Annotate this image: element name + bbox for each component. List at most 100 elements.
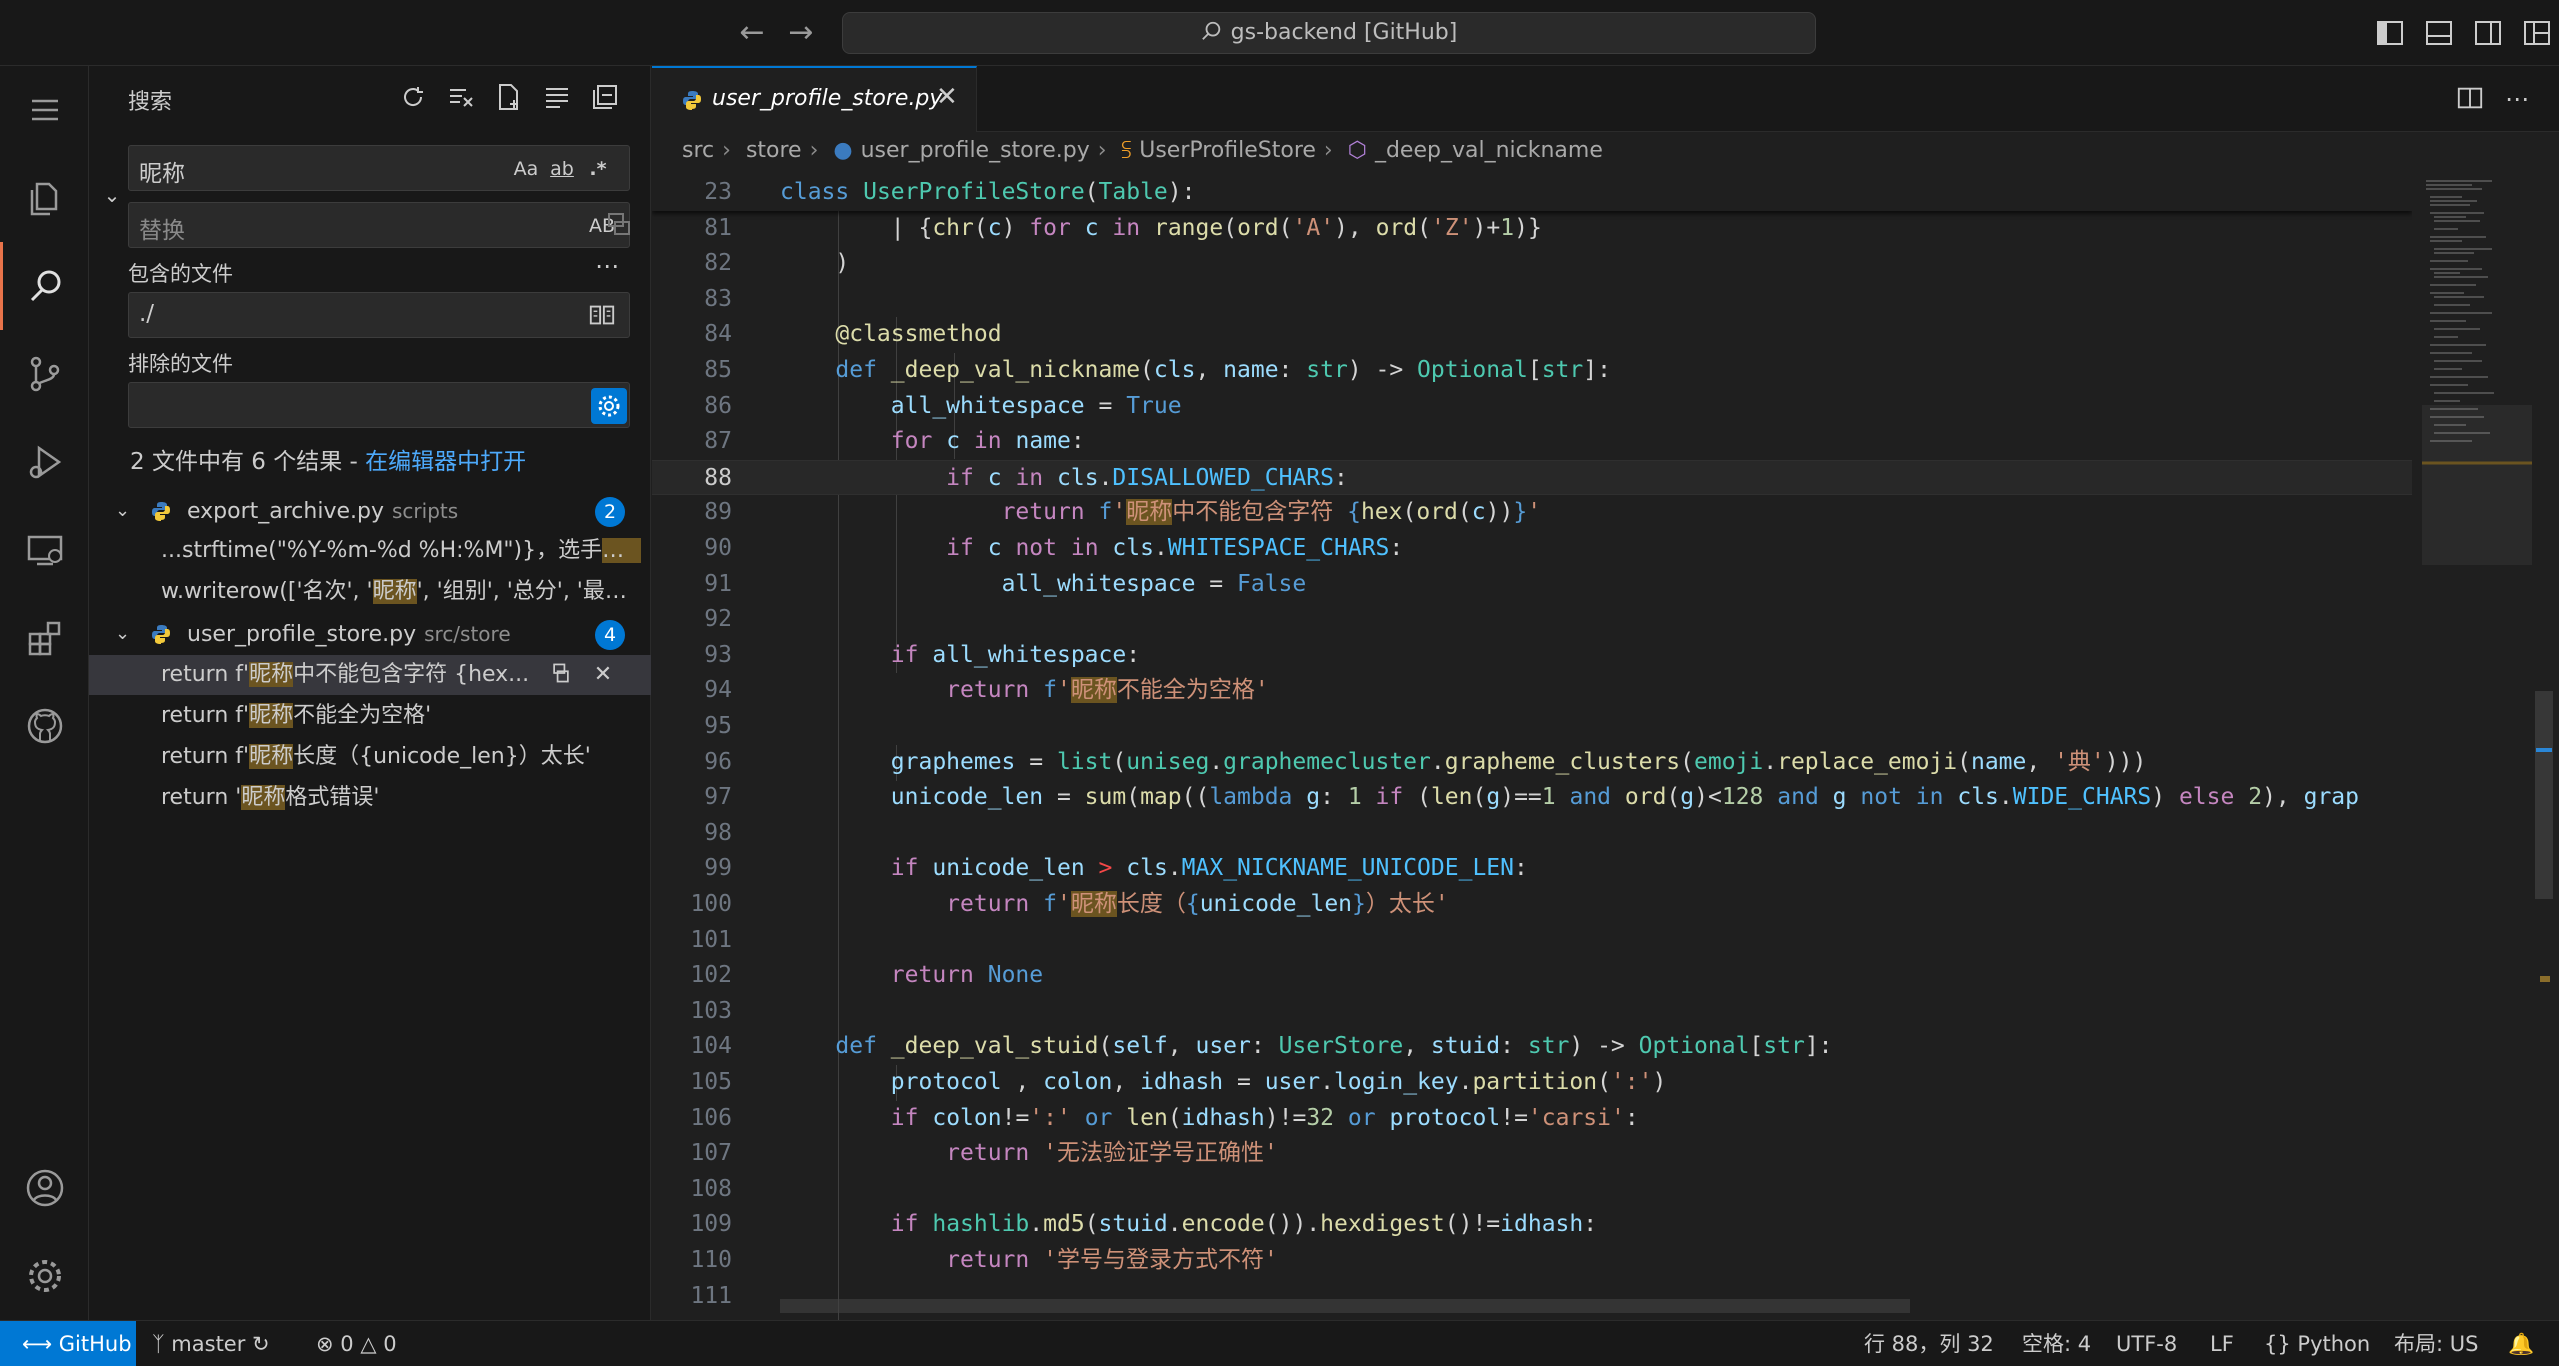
source-control-icon[interactable] (0, 330, 89, 418)
account-icon[interactable] (0, 1144, 89, 1232)
toggle-sidebar-icon[interactable] (2375, 18, 2405, 48)
code-editor[interactable]: 23 class UserProfileStore(Table): 81 | {c… (652, 175, 2412, 1320)
breadcrumb-item[interactable]: store (746, 138, 802, 163)
clear-results-icon[interactable] (446, 82, 480, 116)
more-actions-icon[interactable]: ⋯ (2502, 84, 2532, 114)
result-file-path: scripts (392, 499, 459, 523)
search-input[interactable]: 昵称 Aa ab .* (128, 145, 630, 191)
branch-indicator[interactable]: ᛉ master ↻ (152, 1321, 270, 1366)
code-line: 99 if unicode_len > cls.MAX_NICKNAME_UNI… (704, 855, 1528, 882)
code-line: 103 (690, 997, 732, 1024)
horizontal-scrollbar[interactable] (780, 1299, 1910, 1313)
result-count: 2 文件中有 6 个结果 - (130, 449, 366, 475)
code-line: 89 return f'昵称中不能包含字符 {hex(ord(c))}' (704, 499, 1542, 526)
code-line: 92 (704, 606, 732, 633)
encoding[interactable]: UTF-8 (2116, 1321, 2177, 1366)
code-line: 102 return None (690, 962, 1044, 989)
gear-icon[interactable] (0, 1232, 89, 1320)
code-line: 108 (690, 1175, 732, 1202)
python-file-icon (152, 625, 170, 644)
search-match[interactable]: return '昵称格式错误' (89, 778, 651, 818)
search-icon[interactable] (0, 242, 89, 330)
tab-user-profile-store[interactable]: user_profile_store.py ✕ (652, 66, 977, 132)
exclude-files-input[interactable] (128, 382, 630, 428)
tab-bar: user_profile_store.py ✕ ⋯ (652, 66, 2559, 132)
files-icon[interactable] (0, 154, 89, 242)
branch-icon: ᛉ (152, 1332, 165, 1356)
match-highlight: 昵称 (241, 785, 286, 810)
use-regex-toggle[interactable]: .* (583, 154, 613, 184)
replace-match-icon[interactable] (547, 661, 575, 689)
match-suffix: 中不能包含字符 {hex... (293, 662, 530, 687)
class-symbol-icon: ⫓ (1121, 138, 1132, 163)
customize-layout-icon[interactable] (2522, 18, 2552, 48)
include-files-input[interactable]: ./ (128, 292, 630, 338)
search-icon (1201, 21, 1220, 40)
code-line: 97 unicode_len = sum(map((lambda g: 1 if… (704, 784, 2359, 811)
match-suffix: 不能全为空格' (293, 703, 432, 728)
sync-icon[interactable]: ↻ (252, 1332, 270, 1356)
github-icon[interactable] (0, 682, 89, 770)
chevron-down-icon[interactable]: ⌄ (115, 491, 130, 531)
run-debug-icon[interactable] (0, 418, 89, 506)
match-whole-word-toggle[interactable]: ab (547, 154, 577, 184)
toggle-replace-chevron-icon[interactable]: ⌄ (97, 180, 127, 210)
language-mode[interactable]: {} Python (2264, 1321, 2370, 1366)
match-case-toggle[interactable]: Aa (511, 154, 541, 184)
match-suffix: ', '组别', '总分', '最后... (416, 579, 641, 604)
include-files-value[interactable]: ./ (139, 301, 154, 327)
breadcrumb-item[interactable]: _deep_val_nickname (1375, 138, 1603, 163)
exclude-files-label: 排除的文件 (128, 352, 233, 376)
remote-indicator[interactable]: ⟷ GitHub (0, 1321, 136, 1366)
use-exclude-settings-icon[interactable] (591, 388, 627, 424)
result-file-export-archive[interactable]: ⌄ export_archive.py scripts 2 (89, 491, 651, 531)
extensions-icon[interactable] (0, 594, 89, 682)
dismiss-match-icon[interactable]: ✕ (589, 661, 617, 689)
end-of-line[interactable]: LF (2210, 1321, 2234, 1366)
collapse-all-icon[interactable] (590, 82, 624, 116)
replace-all-icon[interactable] (603, 208, 635, 240)
refresh-icon[interactable] (398, 82, 432, 116)
command-center[interactable]: gs-backend [GitHub] (842, 12, 1816, 54)
view-as-tree-icon[interactable] (542, 82, 576, 116)
minimap[interactable] (2422, 175, 2532, 1320)
cursor-position[interactable]: 行 88，列 32 (1864, 1321, 1994, 1366)
vertical-scrollbar[interactable] (2535, 691, 2553, 899)
breadcrumb-item[interactable]: UserProfileStore (1139, 138, 1316, 163)
problems-indicator[interactable]: ⊗ 0 △ 0 (316, 1321, 397, 1366)
breadcrumb-item[interactable]: user_profile_store.py (861, 138, 1090, 163)
result-file-name: export_archive.py (187, 499, 384, 524)
keyboard-layout[interactable]: 布局: US (2394, 1321, 2478, 1366)
new-search-editor-icon[interactable] (494, 82, 528, 116)
replace-input[interactable]: 替换 AB (128, 202, 630, 248)
more-options-icon[interactable]: ⋯ (595, 252, 619, 280)
close-icon[interactable]: ✕ (936, 82, 958, 112)
search-match[interactable]: return f'昵称不能全为空格' (89, 696, 651, 736)
search-sidebar: 搜索 ⌄ 昵称 Aa ab .* 替换 AB 包含的文件 ⋯ ./ 排除的文件 (89, 66, 651, 1320)
breadcrumb-item[interactable]: src (682, 138, 714, 163)
toggle-panel-icon[interactable] (2424, 18, 2454, 48)
toggle-secondary-sidebar-icon[interactable] (2473, 18, 2503, 48)
code-line: 81 | {chr(c) for c in range(ord('A'), or… (704, 214, 1542, 241)
match-prefix: w.writerow(['名次', ' (161, 579, 373, 604)
result-count-badge: 4 (595, 620, 625, 650)
indentation[interactable]: 空格: 4 (2022, 1321, 2091, 1366)
arrow-right-icon[interactable]: → (782, 14, 820, 52)
match-highlight: 昵称 (249, 703, 294, 728)
chevron-down-icon[interactable]: ⌄ (115, 614, 130, 654)
search-match-selected[interactable]: return f'昵称中不能包含字符 {hex... ✕ (89, 655, 651, 695)
open-editors-only-icon[interactable] (587, 301, 617, 331)
split-editor-icon[interactable] (2455, 84, 2485, 114)
arrow-left-icon[interactable]: ← (733, 14, 771, 52)
search-match[interactable]: return f'昵称长度（{unicode_len}）太长' (89, 737, 651, 777)
branch-label: master (171, 1332, 246, 1356)
search-match[interactable]: ...strftime("%Y-%m-%d %H:%M")}，选手昵称... (89, 531, 651, 571)
bell-icon[interactable]: 🔔 (2508, 1321, 2534, 1366)
remote-explorer-icon[interactable] (0, 506, 89, 594)
search-query[interactable]: 昵称 (139, 154, 185, 188)
menu-icon[interactable] (0, 66, 89, 154)
result-file-user-profile-store[interactable]: ⌄ user_profile_store.py src/store 4 (89, 614, 651, 654)
open-in-editor-link[interactable]: 在编辑器中打开 (365, 449, 526, 475)
search-match[interactable]: w.writerow(['名次', '昵称', '组别', '总分', '最后.… (89, 572, 651, 612)
sidebar-title: 搜索 (128, 90, 173, 115)
